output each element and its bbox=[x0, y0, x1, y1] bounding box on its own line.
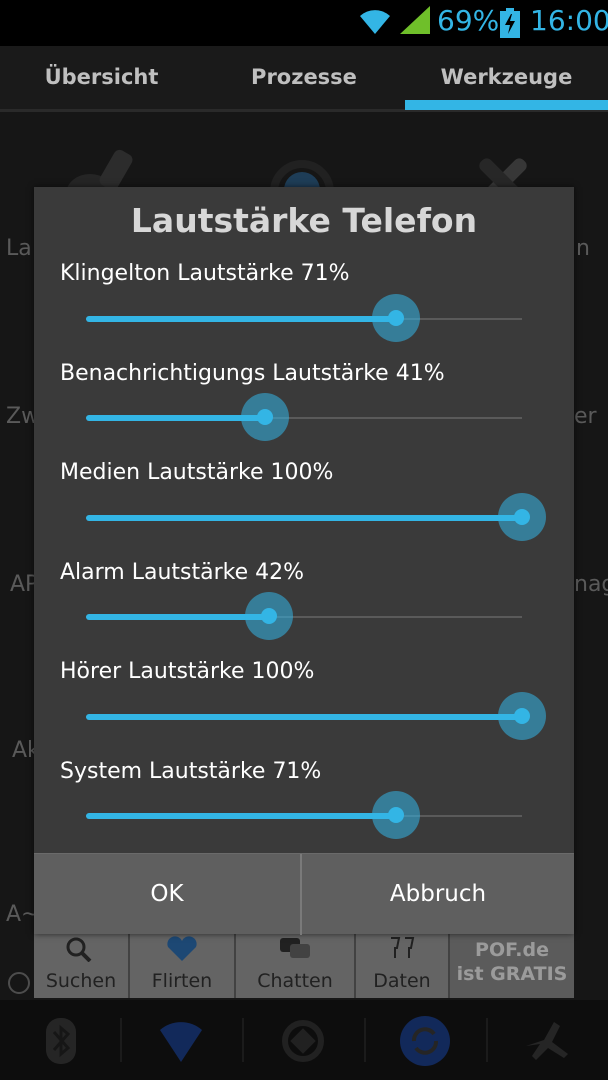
signal-icon bbox=[400, 6, 430, 34]
slider-label-earpiece: Hörer Lautstärke 100% bbox=[60, 659, 315, 684]
slider-notification[interactable] bbox=[86, 393, 522, 441]
slider-label-ringtone: Klingelton Lautstärke 71% bbox=[60, 261, 350, 286]
status-bar: 69% 16:00 bbox=[0, 0, 608, 46]
volume-dialog: Lautstärke Telefon Klingelton Lautstärke… bbox=[34, 187, 574, 935]
wifi-icon bbox=[360, 10, 390, 34]
ok-button[interactable]: OK bbox=[34, 854, 300, 935]
slider-system[interactable] bbox=[86, 791, 522, 839]
slider-label-system: System Lautstärke 71% bbox=[60, 759, 322, 784]
slider-label-alarm: Alarm Lautstärke 42% bbox=[60, 560, 305, 585]
slider-fill bbox=[86, 714, 522, 720]
slider-fill bbox=[86, 515, 522, 521]
slider-thumb[interactable] bbox=[498, 493, 546, 541]
clock: 16:00 bbox=[530, 4, 608, 37]
slider-label-media: Medien Lautstärke 100% bbox=[60, 460, 334, 485]
slider-earpiece[interactable] bbox=[86, 692, 546, 740]
slider-alarm[interactable] bbox=[86, 592, 522, 640]
slider-thumb[interactable] bbox=[245, 592, 294, 640]
tab-processes[interactable]: Prozesse bbox=[203, 46, 405, 109]
cancel-button[interactable]: Abbruch bbox=[302, 854, 574, 935]
slider-media[interactable] bbox=[86, 493, 546, 541]
dialog-title: Lautstärke Telefon bbox=[130, 201, 478, 240]
battery-percent: 69% bbox=[437, 4, 500, 37]
slider-thumb[interactable] bbox=[371, 294, 420, 342]
battery-charging-icon bbox=[500, 8, 520, 38]
slider-thumb[interactable] bbox=[240, 393, 289, 441]
tab-overview[interactable]: Übersicht bbox=[0, 46, 203, 109]
slider-fill bbox=[86, 316, 396, 322]
slider-fill bbox=[86, 614, 270, 620]
slider-fill bbox=[86, 813, 396, 819]
slider-fill bbox=[86, 415, 265, 421]
slider-thumb[interactable] bbox=[498, 692, 546, 740]
slider-ringtone[interactable] bbox=[86, 294, 522, 342]
selected-tab-indicator bbox=[405, 100, 608, 110]
slider-thumb[interactable] bbox=[371, 791, 420, 839]
dialog-button-bar: OK Abbruch bbox=[34, 853, 574, 935]
slider-label-notification: Benachrichtigungs Lautstärke 41% bbox=[60, 361, 445, 386]
